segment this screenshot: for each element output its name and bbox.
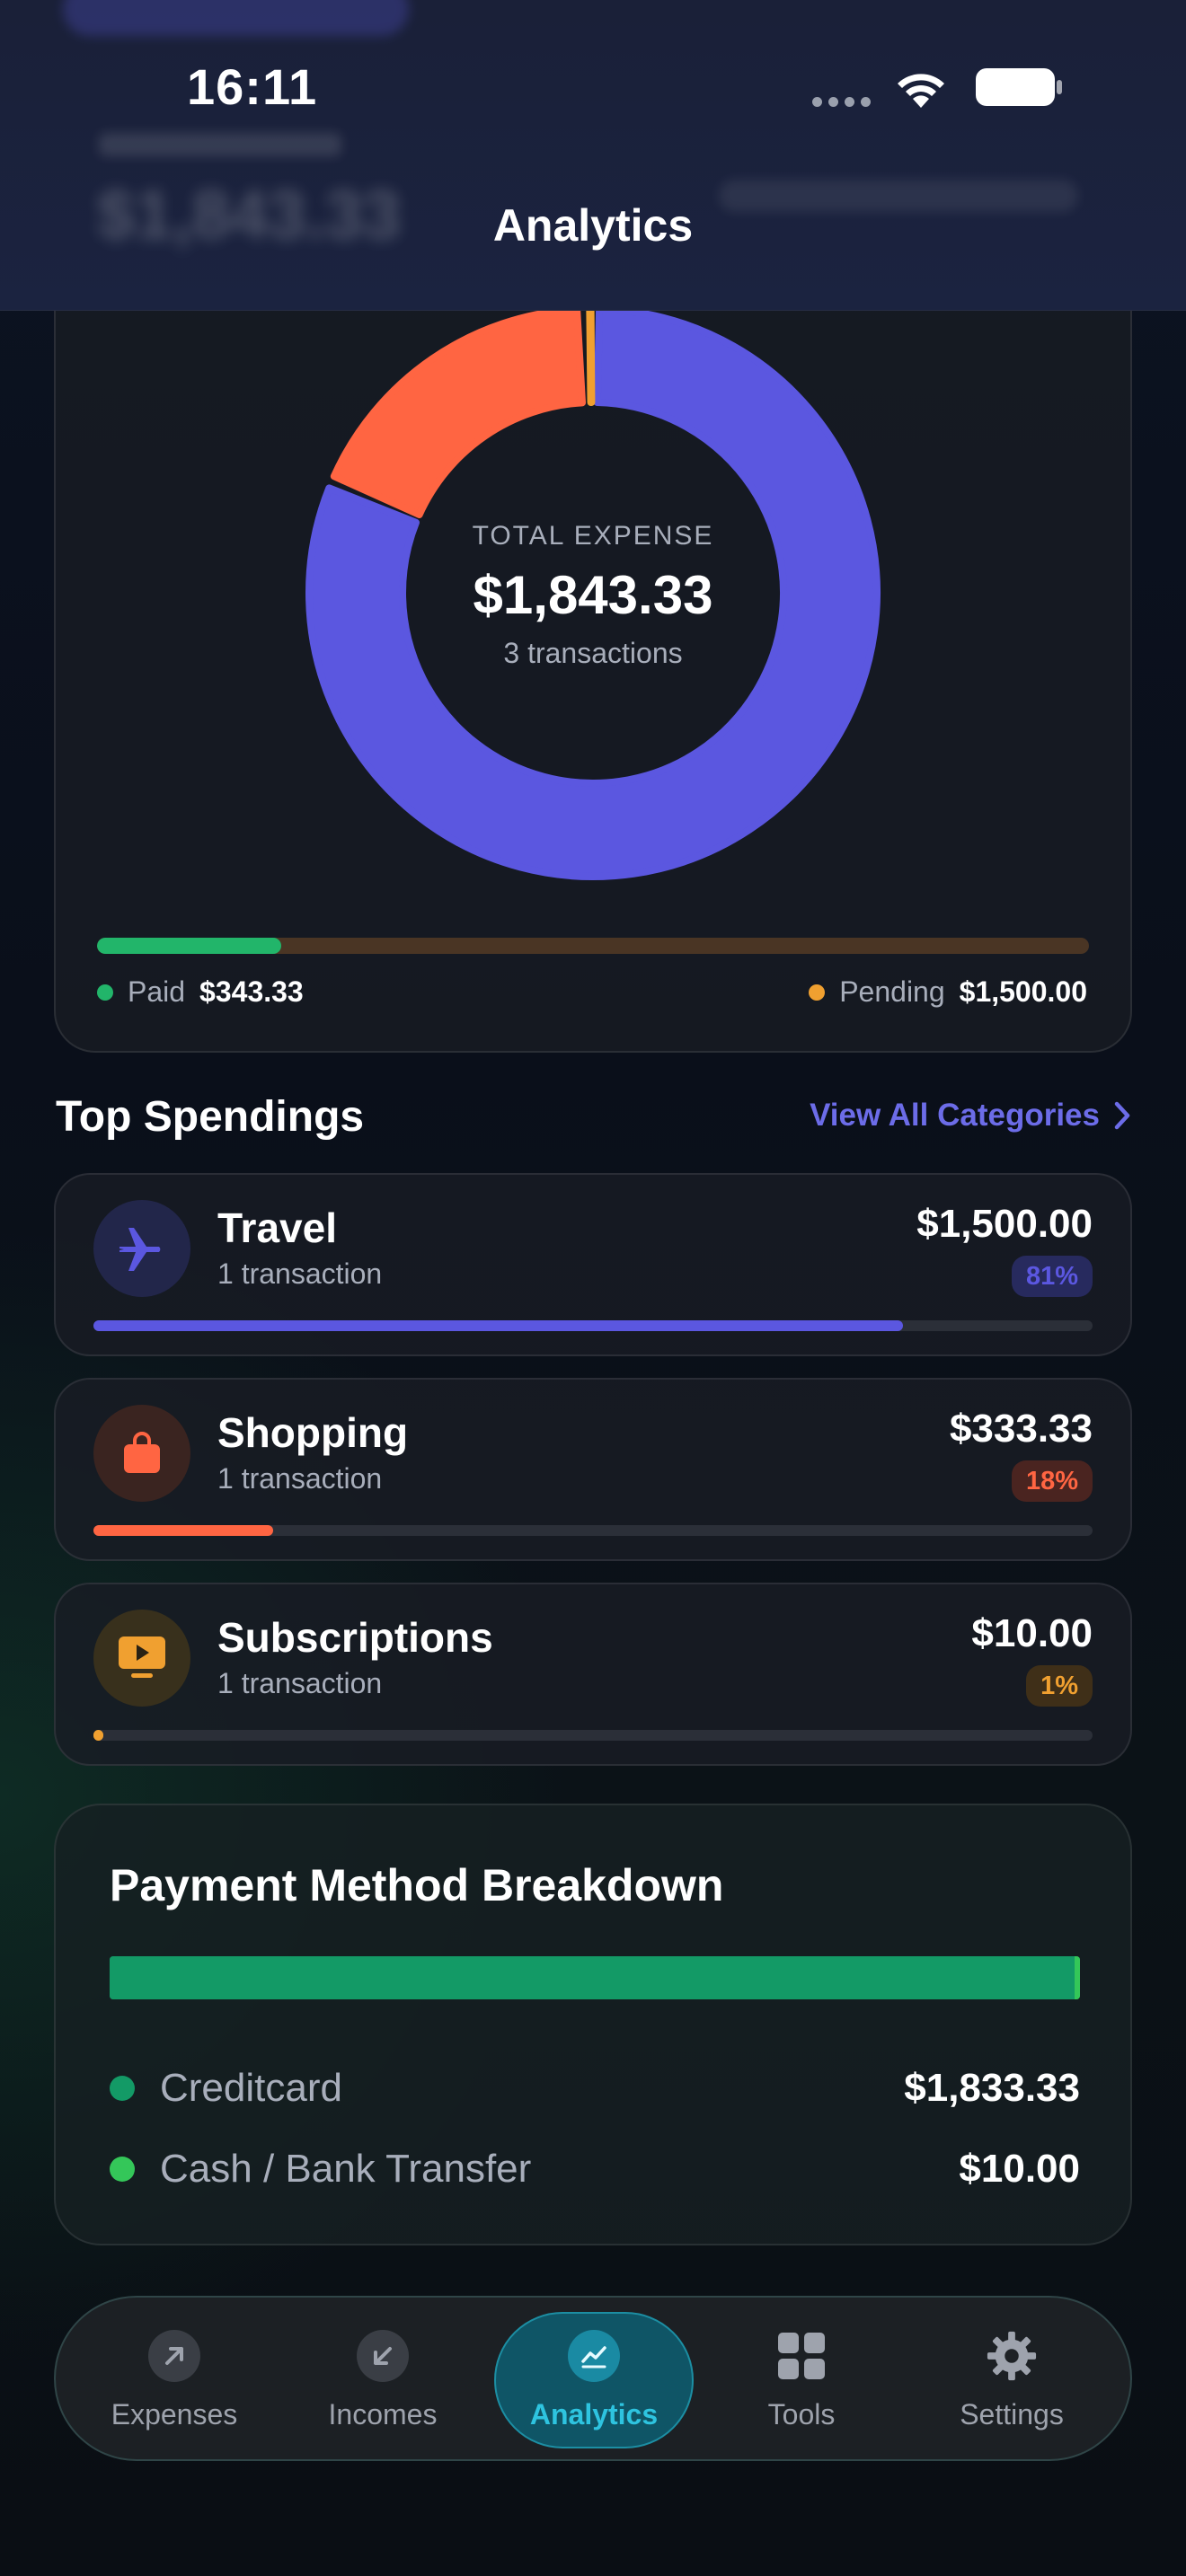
navigation-header: $1,843.33 16:11 Analytics	[0, 0, 1186, 311]
category-percent-badge: 1%	[1026, 1665, 1093, 1707]
total-expense-amount: $1,843.33	[473, 565, 713, 625]
category-progress-track	[93, 1320, 1093, 1331]
category-name: Shopping	[217, 1409, 409, 1456]
paid-bar-fill	[97, 938, 282, 954]
shopping-bag-icon	[124, 1432, 160, 1473]
category-count: 1 transaction	[217, 1667, 383, 1699]
play-screen-icon	[119, 1636, 165, 1678]
chevron-right-icon	[1114, 1101, 1130, 1130]
gear-icon	[986, 2330, 1038, 2382]
tab-tools[interactable]: Tools	[703, 2298, 900, 2463]
category-amount: $1,500.00	[916, 1202, 1093, 1246]
battery-icon	[976, 68, 1062, 106]
category-percent-badge: 81%	[1011, 1256, 1093, 1297]
payment-method-value: $1,833.33	[904, 2066, 1080, 2110]
transaction-count: 3 transactions	[503, 637, 683, 669]
pending-legend: Pending $1,500.00	[809, 975, 1087, 1009]
airplane-icon	[119, 1228, 161, 1271]
view-all-categories-link[interactable]: View All Categories	[810, 1098, 1132, 1134]
category-count: 1 transaction	[217, 1257, 383, 1290]
chart-icon	[568, 2329, 620, 2382]
pending-dot-icon	[809, 984, 826, 1001]
payment-method-name: Cash / Bank Transfer	[160, 2147, 532, 2191]
arrow-up-right-icon	[148, 2329, 200, 2382]
category-card-shopping[interactable]: Shopping 1 transaction $333.33 18%	[54, 1378, 1132, 1561]
tab-incomes[interactable]: Incomes	[284, 2298, 482, 2463]
category-percent-badge: 18%	[1011, 1460, 1093, 1502]
payment-method-value: $10.00	[959, 2147, 1080, 2191]
payment-row-cash: Cash / Bank Transfer $10.00	[110, 2147, 1080, 2192]
tab-expenses[interactable]: Expenses	[75, 2298, 273, 2463]
category-icon-circle	[93, 1405, 190, 1502]
payment-method-card: Payment Method Breakdown Creditcard $1,8…	[54, 1804, 1132, 2245]
tab-label: Incomes	[328, 2397, 438, 2430]
category-count: 1 transaction	[217, 1462, 383, 1495]
payment-bar-segment	[110, 1956, 1075, 1999]
category-name: Subscriptions	[217, 1614, 493, 1661]
pending-value: $1,500.00	[959, 975, 1087, 1008]
tab-settings[interactable]: Settings	[913, 2298, 1111, 2463]
tab-label: Tools	[767, 2397, 836, 2430]
category-progress-fill	[93, 1525, 274, 1536]
donut-slice-subscriptions	[586, 305, 596, 407]
tab-bar: Expenses Incomes Analytics Tools Setting…	[54, 2296, 1132, 2461]
payment-method-title: Payment Method Breakdown	[110, 1860, 724, 1910]
creditcard-dot-icon	[110, 2076, 135, 2101]
donut-center: TOTAL EXPENSE $1,843.33 3 transactions	[296, 521, 890, 670]
blurred-backdrop	[99, 133, 341, 156]
status-time: 16:11	[187, 58, 318, 115]
category-icon-circle	[93, 1200, 190, 1297]
pending-label: Pending	[839, 975, 945, 1008]
payment-method-bar	[110, 1956, 1080, 1999]
category-card-subscriptions[interactable]: Subscriptions 1 transaction $10.00 1%	[54, 1583, 1132, 1766]
category-card-travel[interactable]: Travel 1 transaction $1,500.00 81%	[54, 1173, 1132, 1356]
payment-bar-segment	[1075, 1956, 1080, 1999]
category-progress-track	[93, 1525, 1093, 1536]
tab-label: Settings	[960, 2397, 1064, 2430]
paid-value: $343.33	[199, 975, 304, 1008]
category-progress-fill	[93, 1320, 903, 1331]
category-icon-circle	[93, 1610, 190, 1707]
paid-label: Paid	[128, 975, 186, 1008]
paid-legend: Paid $343.33	[97, 975, 304, 1009]
payment-method-name: Creditcard	[160, 2066, 342, 2110]
tab-label: Expenses	[111, 2397, 238, 2430]
top-spendings-title: Top Spendings	[56, 1093, 365, 1141]
view-all-label: View All Categories	[810, 1098, 1100, 1133]
total-expense-label: TOTAL EXPENSE	[472, 521, 714, 551]
paid-dot-icon	[97, 984, 113, 1001]
category-name: Travel	[217, 1204, 337, 1251]
category-amount: $10.00	[971, 1611, 1093, 1655]
category-progress-fill	[93, 1730, 104, 1741]
cellular-signal-icon	[812, 97, 871, 107]
wifi-icon	[898, 74, 944, 108]
arrow-down-left-icon	[357, 2329, 409, 2382]
category-amount: $333.33	[949, 1407, 1093, 1451]
blurred-backdrop	[63, 0, 409, 36]
paid-pending-bar	[97, 938, 1089, 954]
grid-icon	[775, 2330, 828, 2382]
page-title: Analytics	[492, 200, 694, 251]
donut-slice-shopping	[330, 305, 587, 518]
tab-analytics[interactable]: Analytics	[494, 2312, 694, 2448]
cash-dot-icon	[110, 2157, 135, 2182]
tab-label: Analytics	[529, 2397, 659, 2430]
payment-row-creditcard: Creditcard $1,833.33	[110, 2066, 1080, 2111]
category-progress-track	[93, 1730, 1093, 1741]
